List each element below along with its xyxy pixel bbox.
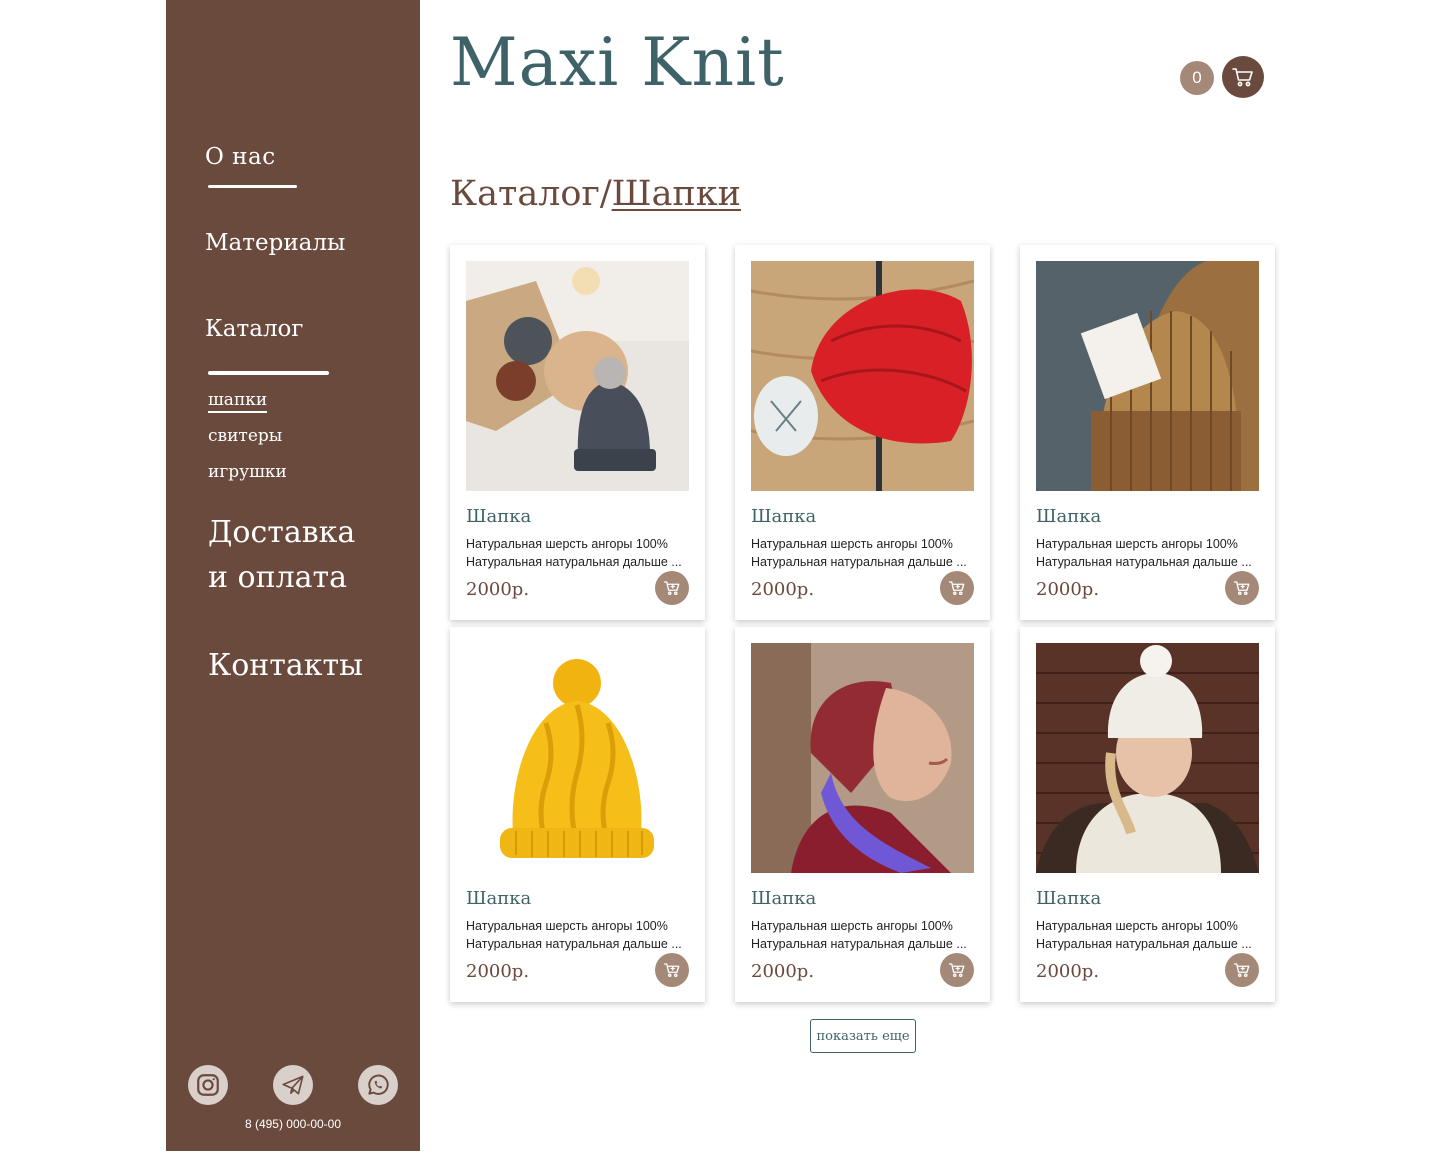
cart-add-icon bbox=[663, 963, 680, 978]
instagram-icon bbox=[197, 1074, 219, 1096]
product-card[interactable]: Шапка Натуральная шерсть ангоры 100% Нат… bbox=[450, 245, 705, 620]
product-description-line2: Натуральная натуральная дальше ... bbox=[1036, 555, 1251, 569]
product-description: Натуральная шерсть ангоры 100% Натуральн… bbox=[1036, 535, 1251, 571]
nav-delivery-line2: и оплата bbox=[208, 560, 348, 595]
cart-add-icon bbox=[1233, 963, 1250, 978]
product-title[interactable]: Шапка bbox=[751, 506, 816, 527]
nav-materials[interactable]: Материалы bbox=[205, 230, 345, 256]
product-description-line2: Натуральная натуральная дальше ... bbox=[466, 555, 681, 569]
nav-contacts[interactable]: Контакты bbox=[208, 648, 363, 683]
whatsapp-button[interactable] bbox=[358, 1065, 398, 1105]
product-price: 2000р. bbox=[751, 961, 815, 982]
product-description-line1: Натуральная шерсть ангоры 100% bbox=[466, 919, 668, 933]
cart-count-badge: 0 bbox=[1180, 61, 1214, 95]
product-image bbox=[466, 643, 689, 873]
product-card[interactable]: Шапка Натуральная шерсть ангоры 100% Нат… bbox=[1020, 245, 1275, 620]
product-description: Натуральная шерсть ангоры 100% Натуральн… bbox=[1036, 917, 1251, 953]
product-description-line1: Натуральная шерсть ангоры 100% bbox=[751, 919, 953, 933]
nav-delivery-line1: Доставка bbox=[208, 515, 356, 550]
product-description-line2: Натуральная натуральная дальше ... bbox=[751, 937, 966, 951]
product-title[interactable]: Шапка bbox=[1036, 506, 1101, 527]
product-image bbox=[751, 261, 974, 491]
product-image bbox=[466, 261, 689, 491]
cart-add-icon bbox=[948, 963, 965, 978]
nav-delivery[interactable]: Доставка и оплата bbox=[208, 510, 355, 600]
product-description: Натуральная шерсть ангоры 100% Натуральн… bbox=[751, 535, 966, 571]
add-to-cart-button[interactable] bbox=[940, 953, 974, 987]
add-to-cart-button[interactable] bbox=[655, 571, 689, 605]
telegram-icon bbox=[282, 1075, 304, 1095]
breadcrumb-catalog[interactable]: Каталог/ bbox=[450, 174, 612, 214]
telegram-button[interactable] bbox=[273, 1065, 313, 1105]
instagram-button[interactable] bbox=[188, 1065, 228, 1105]
product-image bbox=[751, 643, 974, 873]
product-description: Натуральная шерсть ангоры 100% Натуральн… bbox=[751, 917, 966, 953]
cart-add-icon bbox=[663, 581, 680, 596]
cart-add-icon bbox=[1233, 581, 1250, 596]
product-image bbox=[1036, 643, 1259, 873]
product-price: 2000р. bbox=[466, 579, 530, 600]
phone-number: 8 (495) 000-00-00 bbox=[244, 1117, 342, 1131]
cart-icon bbox=[1232, 68, 1253, 87]
product-image bbox=[1036, 261, 1259, 491]
nav-about-underline bbox=[208, 185, 297, 188]
product-description: Натуральная шерсть ангоры 100% Натуральн… bbox=[466, 535, 681, 571]
product-description-line1: Натуральная шерсть ангоры 100% bbox=[466, 537, 668, 551]
nav-about[interactable]: О нас bbox=[205, 144, 276, 170]
add-to-cart-button[interactable] bbox=[1225, 571, 1259, 605]
product-price: 2000р. bbox=[1036, 961, 1100, 982]
product-description-line1: Натуральная шерсть ангоры 100% bbox=[751, 537, 953, 551]
breadcrumb: Каталог/Шапки bbox=[450, 174, 741, 214]
product-description-line2: Натуральная натуральная дальше ... bbox=[1036, 937, 1251, 951]
product-description-line1: Натуральная шерсть ангоры 100% bbox=[1036, 919, 1238, 933]
nav-catalog-underline bbox=[208, 371, 329, 375]
product-title[interactable]: Шапка bbox=[466, 506, 531, 527]
nav-catalog[interactable]: Каталог bbox=[205, 316, 303, 342]
product-description: Натуральная шерсть ангоры 100% Натуральн… bbox=[466, 917, 681, 953]
product-card[interactable]: Шапка Натуральная шерсть ангоры 100% Нат… bbox=[735, 245, 990, 620]
product-card[interactable]: Шапка Натуральная шерсть ангоры 100% Нат… bbox=[1020, 627, 1275, 1002]
product-title[interactable]: Шапка bbox=[1036, 888, 1101, 909]
add-to-cart-button[interactable] bbox=[655, 953, 689, 987]
sidebar: О нас Материалы Каталог шапки свитеры иг… bbox=[166, 0, 420, 1151]
subnav-sweaters[interactable]: свитеры bbox=[208, 426, 282, 446]
site-logo[interactable]: Maxi Knit bbox=[450, 24, 785, 101]
cart-button[interactable] bbox=[1222, 56, 1264, 98]
product-title[interactable]: Шапка bbox=[751, 888, 816, 909]
product-description-line1: Натуральная шерсть ангоры 100% bbox=[1036, 537, 1238, 551]
subnav-toys[interactable]: игрушки bbox=[208, 462, 287, 482]
product-price: 2000р. bbox=[1036, 579, 1100, 600]
product-title[interactable]: Шапка bbox=[466, 888, 531, 909]
product-description-line2: Натуральная натуральная дальше ... bbox=[751, 555, 966, 569]
product-card[interactable]: Шапка Натуральная шерсть ангоры 100% Нат… bbox=[735, 627, 990, 1002]
cart-add-icon bbox=[948, 581, 965, 596]
product-card[interactable]: Шапка Натуральная шерсть ангоры 100% Нат… bbox=[450, 627, 705, 1002]
product-price: 2000р. bbox=[751, 579, 815, 600]
product-description-line2: Натуральная натуральная дальше ... bbox=[466, 937, 681, 951]
subnav-hats[interactable]: шапки bbox=[208, 390, 268, 413]
product-price: 2000р. bbox=[466, 961, 530, 982]
whatsapp-icon bbox=[368, 1074, 389, 1095]
show-more-button[interactable]: показать еще bbox=[810, 1019, 916, 1053]
add-to-cart-button[interactable] bbox=[1225, 953, 1259, 987]
add-to-cart-button[interactable] bbox=[940, 571, 974, 605]
breadcrumb-hats[interactable]: Шапки bbox=[612, 174, 741, 214]
